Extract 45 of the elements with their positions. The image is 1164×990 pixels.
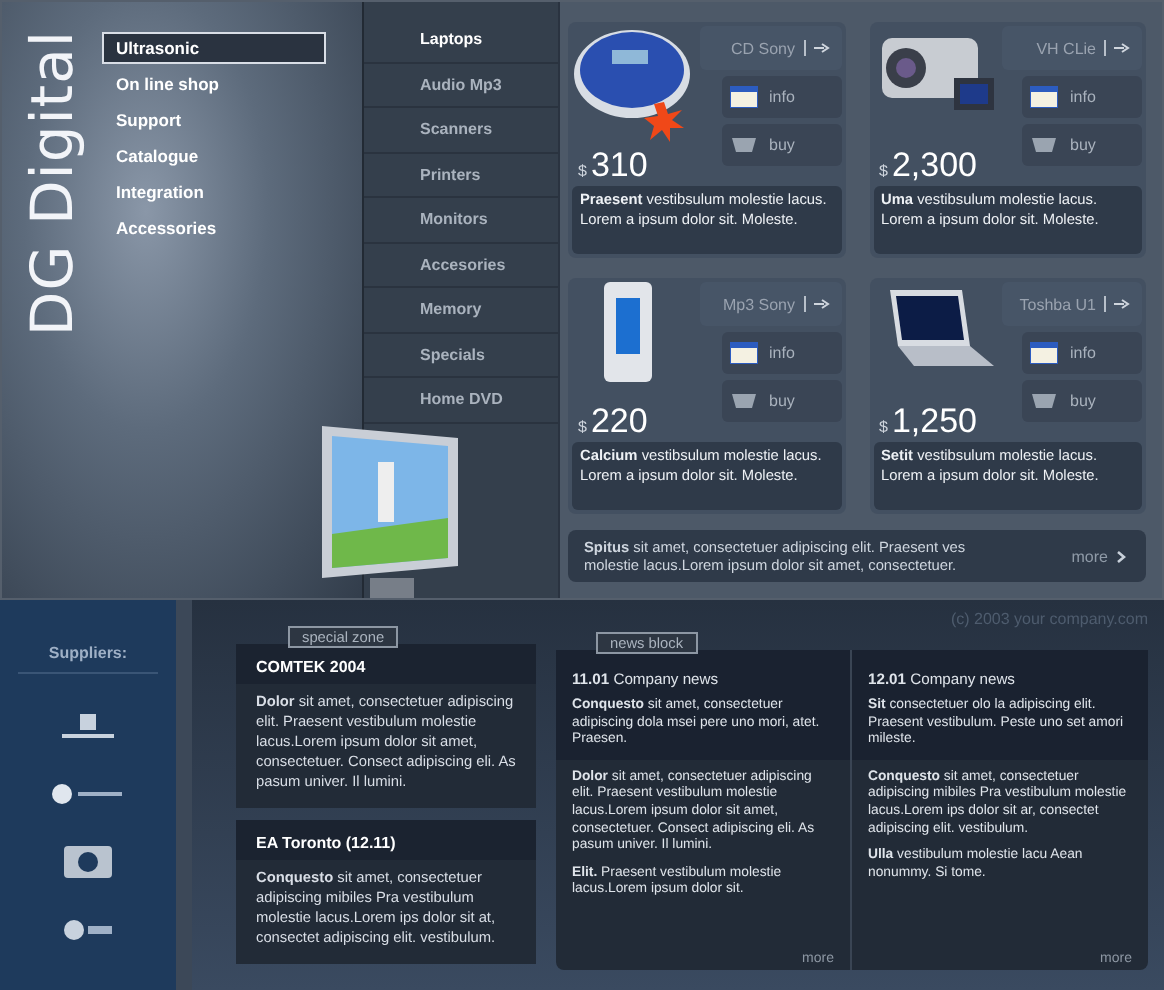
logo-icon [58,714,118,742]
cd-player-drawing [572,26,696,122]
arrow-icon[interactable] [1114,42,1130,54]
arrow-icon[interactable] [813,298,829,310]
window-icon [1030,342,1058,364]
product-name: Mp3 Sony [722,295,795,313]
product-name: VH CLie [1036,39,1096,57]
arrow-icon[interactable] [1114,298,1130,310]
buy-button[interactable]: buy [1022,124,1142,166]
price: $220 [576,402,650,442]
info-button[interactable]: info [1022,76,1142,118]
arrow-icon[interactable] [813,42,829,54]
buy-button[interactable]: buy [1022,380,1142,422]
product-name: Toshba U1 [1019,295,1096,313]
info-button[interactable]: info [1022,332,1142,374]
nav-link[interactable]: Ultrasonic [102,32,326,64]
nav-link[interactable]: Accessories [102,212,231,244]
price: $1,250 [877,402,979,442]
buy-button[interactable]: buy [721,380,841,422]
logo-icon [64,846,112,878]
nav-link[interactable]: Integration [102,176,218,208]
nav-link[interactable]: Catalogue [102,140,213,172]
info-button[interactable]: info [721,76,841,118]
nav-link[interactable]: On line shop [102,68,233,100]
window-icon [1030,86,1058,108]
logo-icon [50,782,126,806]
cart-icon [1030,134,1058,156]
info-button[interactable]: info [721,332,841,374]
nav-link[interactable]: Support [102,104,196,136]
price: $2,300 [877,146,979,186]
mp3-player-drawing [604,282,652,382]
cart-icon [729,390,757,412]
suppliers-title: Suppliers: [17,644,159,674]
news-title: COMTEK 2004 [236,644,536,684]
cart-icon [729,134,757,156]
chevron-icon [1116,549,1126,563]
news-title: EA Toronto (12.11) [236,820,536,860]
window-icon [729,342,757,364]
buy-button[interactable]: buy [721,124,841,166]
window-icon [729,86,757,108]
more-link[interactable]: more [1071,547,1126,565]
product-name: CD Sony [730,39,795,57]
cart-icon [1030,390,1058,412]
brand-logo: DG Digital [18,30,86,337]
price: $310 [576,146,650,186]
